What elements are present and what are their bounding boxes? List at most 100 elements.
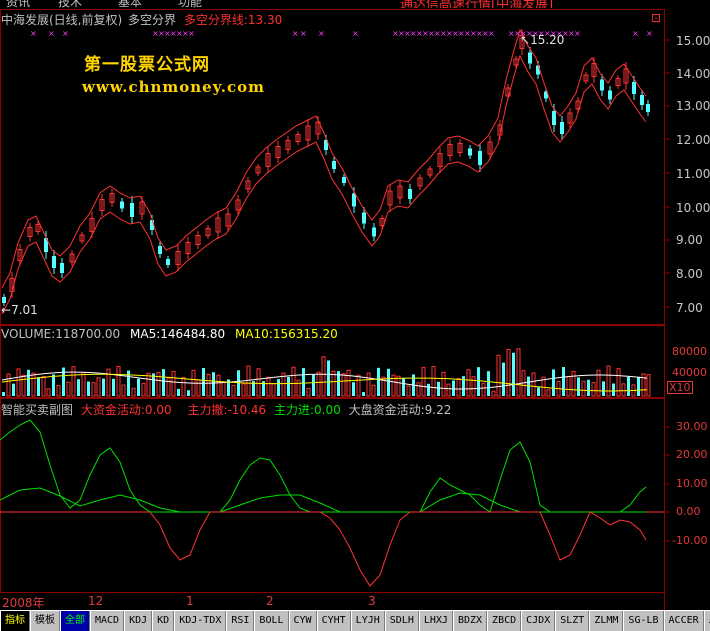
signal-marker: × [292,29,299,38]
sub-tick-minus10: -10.00 [672,534,708,547]
volume-bar-up [516,348,521,397]
volume-bar-down [487,371,490,396]
volume-bar-up [221,381,226,397]
volume-bar-up [131,387,136,397]
volume-bar-down [637,376,640,396]
signal-marker: × [488,29,495,38]
tab-accer[interactable]: ACCER [663,611,704,631]
time-label-jan: 1 [186,594,194,608]
volume-bar-down [212,372,215,396]
volume-bar-up [606,365,611,397]
signal-marker: × [300,29,307,38]
candle-body-down [600,79,604,91]
volume-bar-up [646,374,651,397]
signal-marker: × [62,29,69,38]
tab-zlmm[interactable]: ZLMM [589,611,624,631]
signal-marker: × [48,29,55,38]
main-enter-value: 主力进:0.00 [274,403,341,417]
tab-all[interactable]: 全部 [60,611,90,631]
volume-bar-up [46,388,51,397]
volume-bar-up [206,373,211,397]
tab-zbcd[interactable]: ZBCD [487,611,522,631]
volume-ma10: MA10:156315.20 [234,327,338,341]
y-tick-11: 11.00 [676,167,710,181]
volume-bar-up [466,369,471,397]
y-tick-9: 9.00 [676,233,703,247]
low-price-marker: ←7.01 [1,303,38,317]
y-tick-13: 13.00 [676,99,710,113]
tab-bdzx[interactable]: BDZX [452,611,488,631]
tab-kd[interactable]: KD [152,611,175,631]
tab-indicator[interactable]: 指标 [0,611,30,631]
stock-name: 中海发展(日线,前复权) [1,13,123,27]
volume-bar-down [177,388,180,396]
volume-bar-up [146,372,151,397]
volume-bar-up [56,385,61,397]
volume-bar-up [581,380,586,397]
candle-body-down [352,193,356,207]
candle-body-down [158,246,162,254]
volume-bar-down [52,374,55,396]
volume-bar-up [296,379,301,397]
volume-bar-up [246,365,251,397]
volume-bar-down [2,392,5,396]
tab-boll[interactable]: BOLL [254,611,289,631]
tab-cyht[interactable]: CYHT [316,611,351,631]
volume-bar-up [621,383,626,397]
candle-body-down [468,148,472,156]
volume-panel-title: VOLUME:118700.00 MA5:146484.80 MA10:1563… [1,327,338,341]
tab-cyw[interactable]: CYW [288,611,317,631]
sub-indicator-lines [0,419,647,587]
volume-bar-up [316,371,321,397]
tab-template[interactable]: 模板 [30,611,60,631]
sub-panel-border [0,398,665,593]
tab-lhxj[interactable]: LHXJ [418,611,453,631]
signal-marker: × [318,29,325,38]
tab-slzt[interactable]: SLZT [555,611,590,631]
volume-bar-up [116,365,121,397]
candle-body-down [60,263,64,273]
signal-marker: × [574,29,581,38]
volume-bar-up [446,383,451,397]
volume-bar-up [231,384,236,397]
candle-body-down [552,111,556,125]
tab-js[interactable]: JS [703,611,710,631]
volume-bar-down [112,378,115,396]
sub-tick-0: 0.00 [676,505,701,518]
main-enter-line [0,419,647,513]
volume-bar-up [531,372,536,397]
tab-kdj[interactable]: KDJ [124,611,153,631]
tab-rsi[interactable]: RSI [226,611,255,631]
watermark-url: www.chnmoney.com [82,78,265,96]
panel-corner-button[interactable]: ⊡ [651,11,661,25]
volume-bar-up [481,382,486,397]
low-price-arrow: ← [1,303,12,317]
volume-bar-up [21,374,26,397]
volume-bar-down [12,383,15,396]
tab-sg-lb[interactable]: SG-LB [623,611,664,631]
tab-kdj-tdx[interactable]: KDJ-TDX [174,611,227,631]
sub-tick-10: 10.00 [676,477,708,490]
main-withdraw-value: 主力撤:-10.46 [187,403,267,417]
candle-body-down [528,52,532,64]
y-tick-15: 15.00 [676,34,710,48]
tab-lyjh[interactable]: LYJH [350,611,385,631]
volume-bar-down [27,369,30,396]
volume-bar-down [612,383,615,396]
vol-tick-80000: 80000 [672,345,707,358]
time-label-dec: 12 [88,594,104,608]
volume-bar-down [287,376,290,396]
volume-bar-up [121,384,126,397]
volume-bar-up [366,372,371,397]
volume-bar-up [41,376,46,397]
tab-macd[interactable]: MACD [90,611,125,631]
volume-bar-up [16,368,21,397]
volume-bar-up [81,372,86,397]
tab-cjdx[interactable]: CJDX [521,611,556,631]
volume-bar-down [277,379,280,396]
tab-sdlh[interactable]: SDLH [384,611,419,631]
grid-lines [0,9,670,610]
volume-bar-down [502,362,505,396]
volume-bar-up [346,369,351,397]
volume-bar-down [137,378,140,396]
